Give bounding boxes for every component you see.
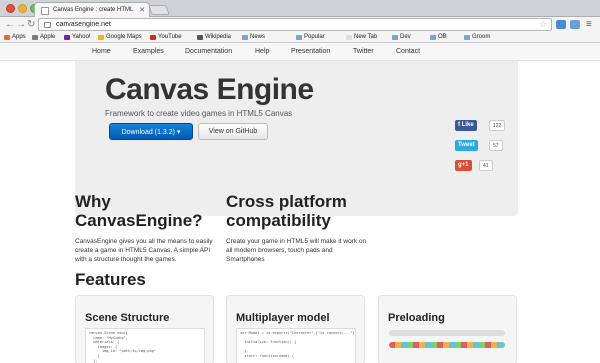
extension-icon[interactable] [556,20,566,29]
bookmark-label: Popular [304,34,325,40]
tweet-widget[interactable]: Tweet 57 [455,140,503,152]
tab-title: Canvas Engine : create HTML [53,7,134,13]
nav-examples[interactable]: Examples [133,48,164,55]
site-nav: Home Examples Documentation Help Present… [0,44,600,61]
menu-icon[interactable]: ≡ [586,18,592,31]
nav-home[interactable]: Home [92,48,111,55]
reload-icon[interactable]: ↻ [27,18,35,31]
bookmarks-bar: Apps Apple Yahoo! Google Maps YouTube Wikiped… [0,32,600,43]
bookmark-icon [32,34,38,40]
bookmark-label: Groom [472,34,491,40]
bookmark-icon [98,34,104,40]
forward-arrow-icon[interactable]: → [16,18,26,31]
browser-tab[interactable]: Canvas Engine : create HTML ✕ [34,2,150,18]
bookmark-icon [346,34,352,40]
bookmark-label: OB [438,34,447,40]
nav-twitter[interactable]: Twitter [353,48,374,55]
extension-icon[interactable] [570,20,580,29]
bookmark-label: YouTube [158,34,182,40]
page-favicon-icon [41,7,49,15]
bookmark-icon [296,34,302,40]
card-title: Preloading [388,312,445,324]
section-title-cross-platform: Cross platform compatibility [226,192,347,230]
download-button[interactable]: Download (1.3.2) ▾ [109,123,193,140]
facebook-like-widget[interactable]: f Like 122 [455,120,506,132]
code-sample: canvas.Scene.new({ name: "MyScene", mate… [85,328,205,363]
bookmark-label: Apps [12,34,26,40]
bookmark-label: New Tab [354,34,378,40]
bookmark-groom[interactable]: Groom [464,34,490,40]
facebook-like-button[interactable]: f Like [455,120,477,131]
bookmark-yahoo-[interactable]: Yahoo! [64,34,91,40]
bookmark-label: News [250,34,266,40]
bookmark-ob[interactable]: OB [430,34,447,40]
google-plus-button[interactable]: g+1 [455,160,472,171]
github-label: View on GitHub [208,128,258,135]
hero-title: Canvas Engine [105,73,314,106]
bookmark-icon [430,34,436,40]
code-sample: var Model = io.exports("Character",{"io.… [236,328,356,363]
bookmark-icon [150,34,156,40]
bookmark-label: Wikipedia [205,34,232,40]
tweet-count: 57 [489,140,503,151]
card-title: Scene Structure [85,312,170,324]
bookmark-news[interactable]: News [242,34,265,40]
bookmark-icon [242,34,248,40]
section-title-why: Why CanvasEngine? [75,192,203,230]
browser-tabstrip: Canvas Engine : create HTML ✕ [0,0,600,18]
feature-card-multiplayer: Multiplayer model var Model = io.exports… [226,295,365,363]
bookmark-star-icon[interactable]: ☆ [539,19,547,30]
hero-subtitle: Framework to create video games in HTML5… [105,109,293,118]
web-page: Home Examples Documentation Help Present… [0,44,600,363]
feature-card-scene: Scene Structure canvas.Scene.new({ name:… [75,295,214,363]
window-minimize-button[interactable] [18,4,27,13]
back-arrow-icon[interactable]: ← [5,18,15,31]
bookmark-dev[interactable]: Dev [392,34,411,40]
bookmark-new-tab[interactable]: New Tab [346,34,377,40]
address-bar[interactable]: canvasengine.net ☆ [38,18,552,31]
bookmark-youtube[interactable]: YouTube [150,34,182,40]
tab-close-icon[interactable]: ✕ [139,6,145,14]
nav-contact[interactable]: Contact [396,48,420,55]
bookmark-apple[interactable]: Apple [32,34,55,40]
bookmark-icon [197,34,203,40]
download-label: Download (1.3.2) ▾ [121,129,181,136]
view-on-github-button[interactable]: View on GitHub [198,123,268,140]
bookmark-icon [464,34,470,40]
address-url: canvasengine.net [56,21,111,28]
section-body-cross-platform: Create your game in HTML5 will make it w… [226,238,367,263]
page-icon [44,22,51,28]
window-close-button[interactable] [6,4,15,13]
bookmark-icon [392,34,398,40]
bookmark-google-maps[interactable]: Google Maps [98,34,142,40]
bookmark-icon [4,34,10,40]
bookmark-apps[interactable]: Apps [4,34,26,40]
plus-count: 41 [479,160,493,171]
bookmark-label: Dev [400,34,411,40]
nav-help[interactable]: Help [255,48,269,55]
nav-documentation[interactable]: Documentation [185,48,232,55]
browser-toolbar: ← → ↻ canvasengine.net ☆ ≡ [0,17,600,32]
bookmark-label: Google Maps [106,34,142,40]
bookmark-label: Apple [40,34,56,40]
bookmark-wikipedia[interactable]: Wikipedia [197,34,231,40]
bookmark-icon [64,34,70,40]
feature-card-preloading: Preloading [378,295,517,363]
like-count: 122 [489,120,506,131]
progress-track [389,330,505,336]
new-tab-button[interactable] [148,5,170,15]
google-plus-widget[interactable]: g+1 41 [455,160,503,172]
features-heading: Features [75,270,146,289]
section-body-why: CanvasEngine gives you all the means to … [75,238,213,263]
bookmark-label: Yahoo! [72,34,91,40]
card-title: Multiplayer model [236,312,330,324]
tweet-button[interactable]: Tweet [455,140,478,151]
progress-bar [389,342,505,348]
nav-presentation[interactable]: Presentation [291,48,330,55]
bookmark-popular[interactable]: Popular [296,34,325,40]
